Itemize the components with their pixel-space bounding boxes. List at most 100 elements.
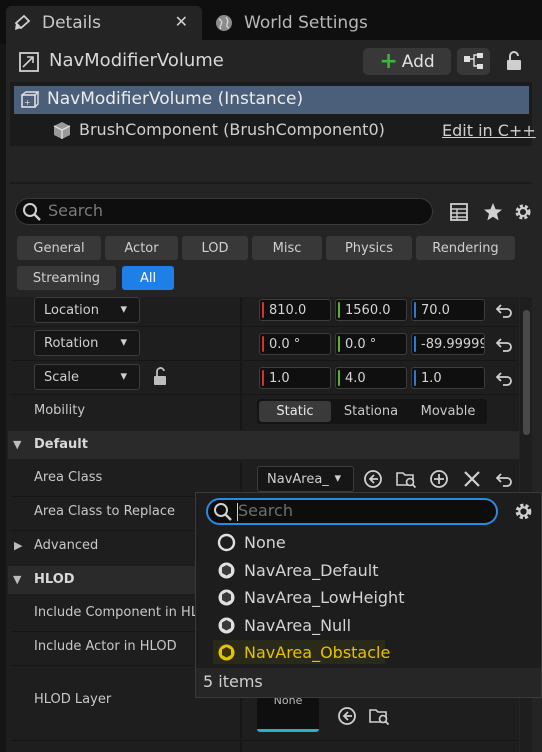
location-y-field[interactable]: 1560.0 — [335, 299, 407, 321]
actor-icon — [19, 52, 39, 72]
add-circle-icon[interactable] — [428, 468, 450, 490]
area-class-label: Area Class — [34, 470, 103, 485]
row-divider — [10, 360, 518, 361]
scale-x-field[interactable]: 1.0 — [259, 367, 331, 389]
rotation-label: Rotation — [44, 335, 99, 351]
filter-all[interactable]: All — [122, 266, 174, 290]
rotation-dropdown[interactable]: Rotation ▾ — [34, 330, 140, 356]
unlock-icon[interactable] — [150, 367, 170, 387]
add-label: Add — [401, 51, 435, 72]
scale-dropdown[interactable]: Scale ▾ — [34, 364, 140, 390]
mobility-movable[interactable]: Movable — [411, 401, 485, 422]
row-divider — [10, 326, 518, 327]
reset-scale-icon[interactable] — [495, 369, 513, 387]
search-icon — [214, 503, 232, 521]
tab-details-label: Details — [42, 13, 101, 33]
mobility-static[interactable]: Static — [259, 401, 331, 422]
lock-icon[interactable] — [503, 50, 525, 72]
filter-actor[interactable]: Actor — [105, 236, 178, 260]
volume-icon: + — [21, 91, 39, 108]
scale-y-field[interactable]: 4.0 — [335, 367, 407, 389]
cube-icon — [53, 122, 71, 139]
tab-details[interactable]: Details ✕ — [6, 6, 202, 40]
edit-in-cpp-link[interactable]: Edit in C++ — [442, 121, 536, 140]
expand-triangle-icon: ▼ — [13, 438, 22, 451]
location-x-field[interactable]: 810.0 — [259, 299, 331, 321]
rotation-x-field[interactable]: 0.0 ° — [259, 333, 331, 355]
add-component-button[interactable]: + Add — [363, 48, 451, 75]
chevron-down-icon: ▾ — [120, 335, 127, 350]
picker-item-navarea-default[interactable]: NavArea_Default — [244, 561, 379, 580]
rotation-z-field[interactable]: -89.99999 — [411, 333, 485, 355]
search-icon — [23, 203, 41, 221]
filter-general[interactable]: General — [17, 236, 101, 260]
picker-item-navarea-null[interactable]: NavArea_Null — [244, 616, 351, 635]
reset-area-class-icon[interactable] — [495, 470, 513, 488]
advanced-default-label[interactable]: Advanced — [34, 538, 98, 553]
gear-icon[interactable] — [512, 201, 534, 223]
popup-search-placeholder: Search — [238, 501, 293, 520]
row-divider — [10, 394, 518, 395]
category-default-label: Default — [34, 437, 88, 452]
tab-world-settings[interactable]: World Settings — [208, 6, 408, 40]
chevron-down-icon: ▾ — [334, 471, 341, 486]
close-icon[interactable]: ✕ — [175, 12, 188, 31]
search-placeholder: Search — [48, 201, 103, 220]
svg-text:+: + — [24, 98, 31, 107]
chevron-down-icon: ▾ — [120, 302, 127, 317]
chevron-down-icon: ▾ — [120, 369, 127, 384]
clear-icon[interactable] — [461, 468, 483, 490]
blueprint-icon — [464, 53, 483, 69]
globe-icon — [216, 15, 232, 31]
tree-component-label[interactable]: BrushComponent (BrushComponent0) — [79, 120, 385, 139]
area-class-value: NavArea_ — [267, 471, 329, 487]
column-splitter[interactable] — [240, 297, 242, 430]
none-circle-icon — [217, 533, 236, 552]
reset-location-icon[interactable] — [495, 301, 513, 319]
expand-triangle-icon: ▼ — [13, 573, 22, 586]
location-label: Location — [44, 302, 99, 318]
reset-rotation-icon[interactable] — [495, 335, 513, 353]
filter-misc[interactable]: Misc — [252, 236, 322, 260]
scrollbar-thumb[interactable] — [523, 310, 530, 435]
tab-world-settings-label: World Settings — [244, 13, 368, 33]
actor-title: NavModifierVolume — [49, 50, 224, 71]
browse-back-icon[interactable] — [362, 468, 384, 490]
class-icon — [218, 617, 235, 634]
browse-folder-icon[interactable] — [368, 705, 390, 727]
mobility-label: Mobility — [34, 403, 86, 418]
table-view-icon[interactable] — [448, 201, 470, 223]
class-icon — [218, 589, 235, 606]
mobility-stationary[interactable]: Stationa — [335, 401, 407, 422]
gear-icon[interactable] — [512, 500, 535, 523]
splitter[interactable] — [10, 182, 532, 184]
browse-folder-icon[interactable] — [395, 468, 417, 490]
details-icon — [14, 14, 31, 30]
tree-instance-label: NavModifierVolume (Instance) — [47, 89, 304, 109]
picker-item-count: 5 items — [203, 672, 263, 691]
plus-icon: + — [379, 48, 398, 74]
row-divider — [10, 740, 518, 741]
rotation-y-field[interactable]: 0.0 ° — [335, 333, 407, 355]
browse-back-icon[interactable] — [336, 705, 358, 727]
class-icon — [218, 562, 235, 579]
include-component-hlod-label: Include Component in HLOD — [34, 605, 218, 620]
category-hlod-label: HLOD — [34, 572, 75, 587]
filter-rendering[interactable]: Rendering — [416, 236, 515, 260]
scale-z-field[interactable]: 1.0 — [411, 367, 485, 389]
star-icon[interactable] — [482, 201, 504, 223]
filter-physics[interactable]: Physics — [326, 236, 412, 260]
scale-label: Scale — [44, 369, 79, 385]
area-class-replace-label: Area Class to Replace — [34, 504, 175, 519]
area-class-dropdown[interactable]: NavArea_ ▾ — [257, 466, 354, 492]
picker-item-navarea-lowheight[interactable]: NavArea_LowHeight — [244, 588, 404, 607]
blueprint-button[interactable] — [457, 48, 490, 75]
filter-lod[interactable]: LOD — [182, 236, 248, 260]
filter-streaming[interactable]: Streaming — [17, 266, 116, 290]
picker-item-none[interactable]: None — [244, 533, 286, 552]
location-z-field[interactable]: 70.0 — [411, 299, 485, 321]
hlod-layer-label: HLOD Layer — [34, 692, 112, 707]
collapsed-triangle-icon[interactable]: ▶ — [14, 539, 22, 552]
location-dropdown[interactable]: Location ▾ — [34, 297, 140, 323]
picker-item-navarea-obstacle[interactable]: NavArea_Obstacle — [244, 643, 390, 662]
